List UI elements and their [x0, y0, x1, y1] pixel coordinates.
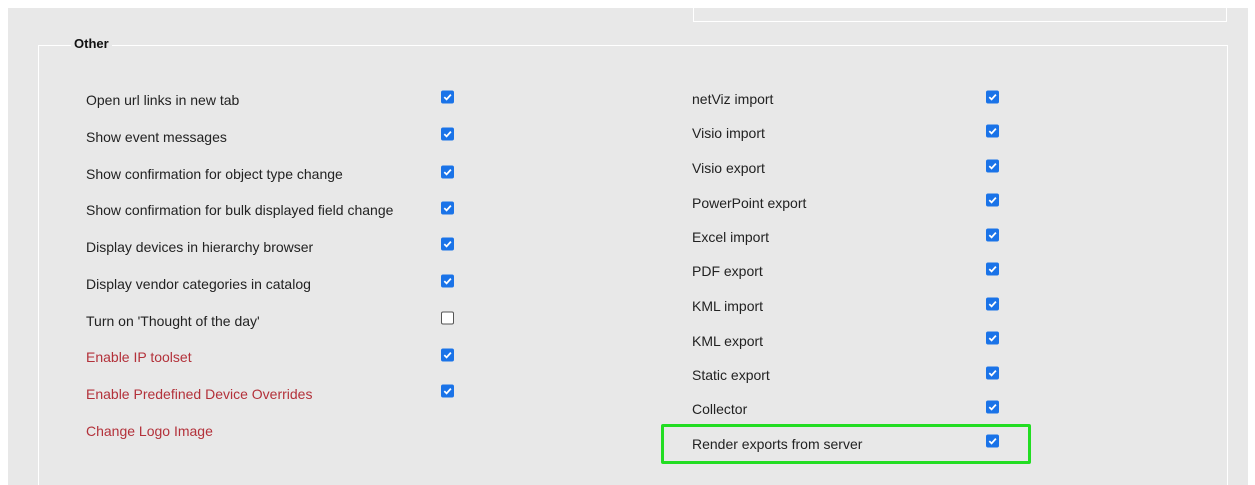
checkbox-thought-of-the-day[interactable]: [441, 311, 454, 325]
checkbox-kml-export[interactable]: [986, 331, 999, 345]
checkmark-icon: [443, 241, 452, 248]
checkbox-devices-hierarchy-browser[interactable]: [441, 237, 454, 251]
label-render-exports-from-server: Render exports from server: [692, 436, 863, 452]
change-logo-image-link[interactable]: Change Logo Image: [86, 423, 213, 439]
checkmark-icon: [443, 131, 452, 138]
checkbox-kml-import[interactable]: [986, 297, 999, 311]
checkmark-icon: [988, 94, 997, 101]
checkbox-powerpoint-export[interactable]: [986, 193, 999, 207]
checkmark-icon: [443, 205, 452, 212]
checkbox-visio-import[interactable]: [986, 124, 999, 138]
checkmark-icon: [988, 232, 997, 239]
checkbox-pdf-export[interactable]: [986, 262, 999, 276]
label-vendor-categories-catalog: Display vendor categories in catalog: [86, 276, 311, 292]
checkbox-collector[interactable]: [986, 400, 999, 414]
label-netviz-import: netViz import: [692, 91, 774, 107]
label-pdf-export: PDF export: [692, 263, 763, 279]
checkmark-icon: [988, 163, 997, 170]
label-kml-import: KML import: [692, 298, 764, 314]
label-visio-import: Visio import: [692, 125, 765, 141]
label-thought-of-the-day: Turn on 'Thought of the day': [86, 313, 260, 329]
checkmark-icon: [443, 169, 452, 176]
label-excel-import: Excel import: [692, 229, 770, 245]
label-devices-hierarchy-browser: Display devices in hierarchy browser: [86, 239, 314, 255]
checkbox-open-url-new-tab[interactable]: [441, 90, 454, 104]
checkmark-icon: [988, 335, 997, 342]
checkmark-icon: [988, 370, 997, 377]
checkbox-enable-ip-toolset[interactable]: [441, 348, 454, 362]
checkbox-enable-predefined-device-overrides[interactable]: [441, 384, 454, 398]
label-static-export: Static export: [692, 367, 770, 383]
label-collector: Collector: [692, 401, 748, 417]
checkmark-icon: [988, 128, 997, 135]
label-enable-ip-toolset: Enable IP toolset: [86, 349, 192, 365]
checkmark-icon: [443, 388, 452, 395]
other-section: [38, 45, 1228, 485]
checkmark-icon: [443, 278, 452, 285]
checkmark-icon: [443, 352, 452, 359]
checkbox-confirm-bulk-field-change[interactable]: [441, 201, 454, 215]
label-enable-predefined-device-overrides: Enable Predefined Device Overrides: [86, 386, 313, 402]
checkbox-static-export[interactable]: [986, 366, 999, 380]
label-visio-export: Visio export: [692, 160, 765, 176]
checkmark-icon: [988, 266, 997, 273]
checkbox-vendor-categories-catalog[interactable]: [441, 274, 454, 288]
checkbox-netviz-import[interactable]: [986, 90, 999, 104]
checkmark-icon: [988, 404, 997, 411]
checkbox-show-event-messages[interactable]: [441, 127, 454, 141]
label-kml-export: KML export: [692, 333, 764, 349]
checkbox-render-exports-from-server[interactable]: [986, 434, 999, 448]
label-powerpoint-export: PowerPoint export: [692, 195, 807, 211]
checkmark-icon: [988, 301, 997, 308]
label-confirm-object-type-change: Show confirmation for object type change: [86, 166, 343, 182]
label-show-event-messages: Show event messages: [86, 129, 227, 145]
checkmark-icon: [443, 94, 452, 101]
section-legend: Other: [71, 36, 112, 51]
checkmark-icon: [988, 438, 997, 445]
checkbox-confirm-object-type-change[interactable]: [441, 165, 454, 179]
checkmark-icon: [988, 197, 997, 204]
checkbox-excel-import[interactable]: [986, 228, 999, 242]
label-confirm-bulk-field-change: Show confirmation for bulk displayed fie…: [86, 202, 394, 218]
checkbox-visio-export[interactable]: [986, 159, 999, 173]
previous-section-border: [693, 8, 1227, 22]
label-open-url-new-tab: Open url links in new tab: [86, 92, 240, 108]
